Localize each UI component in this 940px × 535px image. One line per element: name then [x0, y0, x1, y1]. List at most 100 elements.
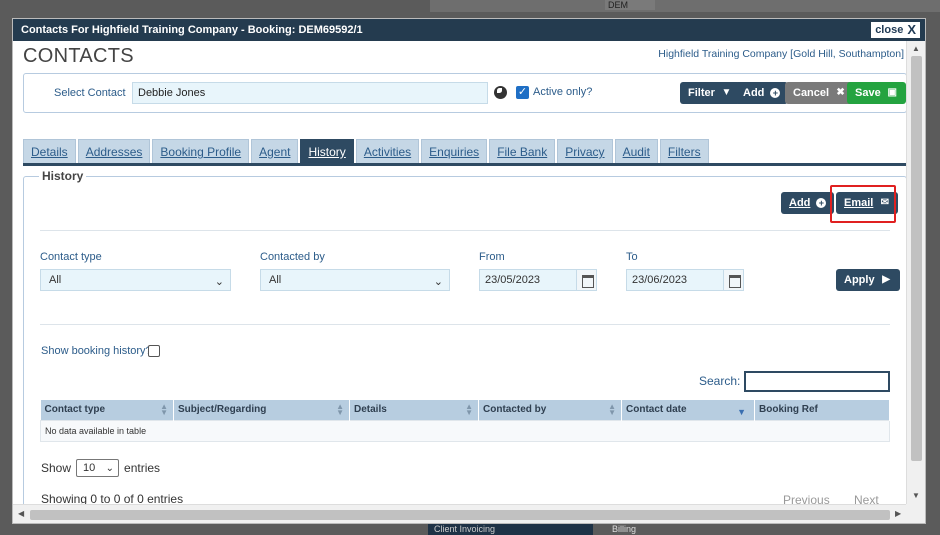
- contacted-by-value: All: [269, 274, 282, 286]
- x-icon: ✖: [836, 87, 845, 98]
- calendar-icon[interactable]: [576, 270, 596, 290]
- column-label: Details: [354, 404, 387, 416]
- contact-input[interactable]: [132, 82, 488, 104]
- email-highlight: [830, 185, 896, 223]
- sort-icon: ▲ ▼: [336, 402, 344, 417]
- contact-type-value: All: [49, 274, 62, 286]
- contacted-by-select[interactable]: All ⌄: [260, 269, 450, 291]
- active-only-checkbox[interactable]: ✓: [516, 86, 529, 99]
- divider: [40, 324, 890, 325]
- column-header[interactable]: Contact date ▼: [621, 400, 755, 420]
- tab-enquiries[interactable]: Enquiries: [421, 139, 488, 163]
- background-dem-select: DEM: [605, 0, 655, 10]
- plus-circle-icon: +: [816, 198, 827, 208]
- scroll-down-icon[interactable]: ▼: [912, 491, 920, 500]
- tab-underline: [23, 163, 906, 166]
- table-info: Showing 0 to 0 of 0 entries: [41, 492, 184, 504]
- column-label: Subject/Regarding: [178, 404, 267, 416]
- contact-type-select[interactable]: All ⌄: [40, 269, 231, 291]
- add-contact-button[interactable]: Add +: [735, 82, 789, 104]
- add-history-button[interactable]: Add +: [781, 192, 835, 214]
- scrollbar-thumb[interactable]: [911, 56, 922, 461]
- to-date-input[interactable]: 23/06/2023: [626, 269, 744, 291]
- previous-page-button[interactable]: Previous: [783, 493, 830, 504]
- search-label: Search:: [699, 374, 741, 388]
- table-row: No data available in table: [40, 419, 890, 442]
- play-circle-icon: ▶: [882, 274, 890, 285]
- active-only-label: Active only?: [533, 86, 593, 98]
- page-length-value: 10: [83, 462, 96, 474]
- tab-agent[interactable]: Agent: [251, 139, 299, 163]
- search-input[interactable]: [744, 371, 890, 392]
- add-history-label: Add: [789, 197, 811, 209]
- save-button[interactable]: Save ▣: [847, 82, 906, 104]
- show-booking-history-checkbox[interactable]: [148, 345, 160, 357]
- scrollbar-corner: [906, 504, 925, 523]
- column-label: Contact date: [626, 404, 687, 416]
- scroll-left-icon[interactable]: ◀: [18, 509, 24, 518]
- filter-icon: ▼: [721, 87, 732, 98]
- to-date-value: 23/06/2023: [632, 274, 688, 286]
- chevron-down-icon: ⌄: [433, 276, 443, 288]
- close-button[interactable]: close X: [871, 22, 920, 38]
- to-label: To: [626, 251, 638, 263]
- entries-label: entries: [124, 461, 161, 475]
- chevron-down-icon: ⌄: [214, 276, 224, 288]
- column-label: Contact type: [44, 404, 106, 416]
- globe-icon[interactable]: [494, 86, 507, 99]
- contact-bar: Select Contact ✓ Active only? Filter ▼ A…: [23, 73, 906, 113]
- contacted-by-label: Contacted by: [260, 251, 325, 263]
- background-billing: Billing: [612, 524, 637, 534]
- tab-details[interactable]: Details: [23, 139, 76, 163]
- sort-icon: ▲ ▼: [160, 402, 168, 417]
- save-label: Save: [855, 87, 881, 99]
- horizontal-scrollbar[interactable]: ◀ ▶: [13, 504, 908, 523]
- tab-activities[interactable]: Activities: [355, 139, 420, 163]
- tab-file-bank[interactable]: File Bank: [489, 139, 556, 163]
- close-icon: X: [907, 22, 916, 37]
- history-panel: [23, 176, 906, 504]
- empty-table-message: No data available in table: [40, 419, 890, 442]
- cancel-button[interactable]: Cancel ✖: [785, 82, 855, 104]
- page-title: CONTACTS: [23, 45, 134, 67]
- column-header[interactable]: Subject/Regarding ▲ ▼: [173, 400, 350, 420]
- filter-button[interactable]: Filter ▼: [680, 82, 740, 104]
- column-header[interactable]: Contacted by ▲ ▼: [478, 400, 622, 420]
- scroll-right-icon[interactable]: ▶: [895, 509, 901, 518]
- calendar-icon[interactable]: [723, 270, 743, 290]
- tab-filters[interactable]: Filters: [659, 139, 709, 163]
- dialog-content: CONTACTS Highfield Training Company [Gol…: [13, 41, 906, 504]
- apply-button[interactable]: Apply ▶: [836, 269, 900, 291]
- add-contact-label: Add: [743, 87, 765, 99]
- floppy-icon: ▣: [887, 87, 897, 98]
- tab-privacy[interactable]: Privacy: [557, 139, 613, 163]
- page-length-select[interactable]: 10 ⌄: [76, 459, 120, 477]
- next-page-button[interactable]: Next: [854, 493, 879, 504]
- background-client-invoicing: Client Invoicing: [428, 524, 593, 535]
- column-label: Contacted by: [483, 404, 547, 416]
- tab-history[interactable]: History: [300, 139, 354, 163]
- close-label: close: [875, 24, 904, 36]
- show-booking-history-label: Show booking history?: [41, 345, 152, 357]
- from-date-input[interactable]: 23/05/2023: [479, 269, 597, 291]
- tab-audit[interactable]: Audit: [614, 139, 658, 163]
- vertical-scrollbar[interactable]: ▲ ▼: [906, 41, 925, 506]
- history-table: Contact type ▲ ▼ Subject/Regarding ▲ ▼ Detai…: [40, 400, 890, 442]
- column-header[interactable]: Contact type ▲ ▼: [40, 400, 174, 420]
- contacts-dialog: Contacts For Highfield Training Company …: [12, 18, 926, 524]
- company-name: Highfield Training Company [Gold Hill, S…: [658, 48, 904, 60]
- from-label: From: [479, 251, 505, 263]
- tab-booking-profile[interactable]: Booking Profile: [152, 139, 250, 163]
- column-header[interactable]: Booking Ref: [754, 400, 890, 420]
- scroll-up-icon[interactable]: ▲: [912, 44, 920, 53]
- cancel-label: Cancel: [793, 87, 830, 99]
- tab-addresses[interactable]: Addresses: [77, 139, 151, 163]
- page-length-control: Show 10 ⌄ entries: [41, 459, 160, 477]
- tab-bar: Details Addresses Booking Profile Agent …: [23, 139, 709, 163]
- filter-label: Filter: [688, 87, 715, 99]
- scrollbar-thumb[interactable]: [30, 510, 890, 520]
- show-label: Show: [41, 461, 72, 475]
- from-date-value: 23/05/2023: [485, 274, 541, 286]
- background-header-strip: [430, 0, 940, 12]
- column-header[interactable]: Details ▲ ▼: [349, 400, 479, 420]
